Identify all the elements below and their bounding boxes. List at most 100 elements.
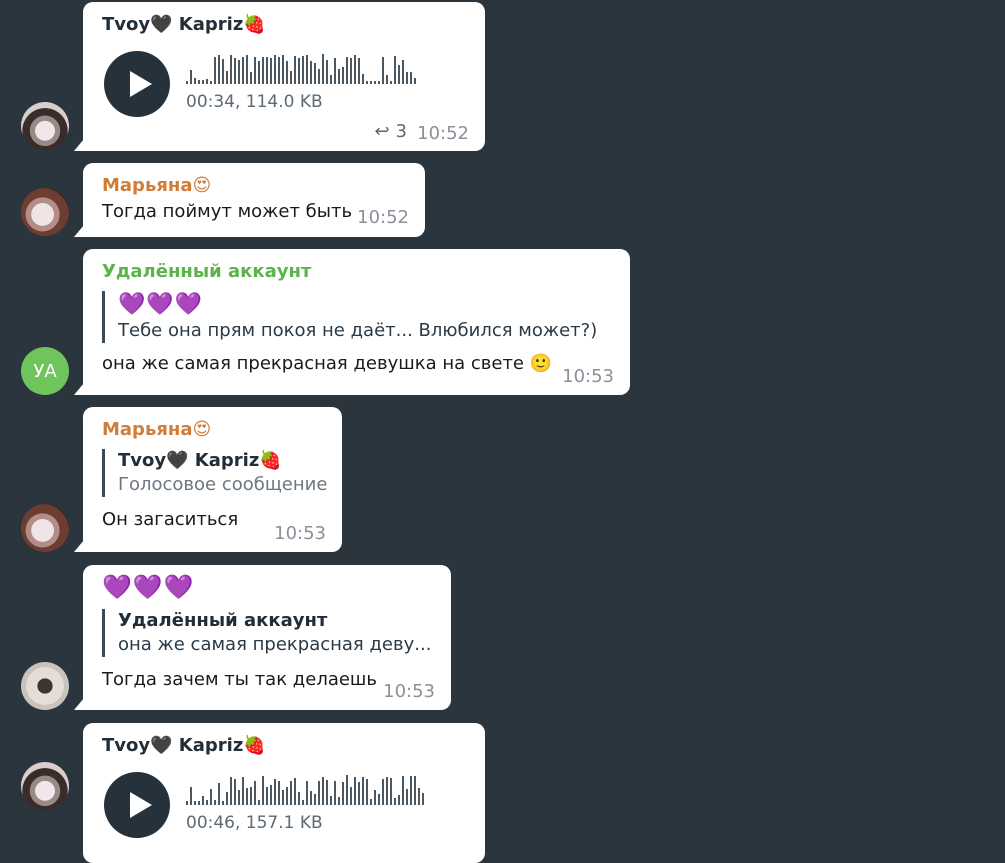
waveform-bar xyxy=(310,61,312,84)
play-button[interactable] xyxy=(104,51,170,117)
message-time: 10:52 xyxy=(357,207,409,228)
waveform-bar xyxy=(398,65,400,84)
waveform-bar xyxy=(410,72,412,84)
sender-name[interactable]: Tvoy🖤 Kapriz🍓 xyxy=(102,735,467,757)
waveform-bar xyxy=(318,69,320,84)
waveform-bar xyxy=(330,75,332,84)
waveform-bar xyxy=(402,60,404,84)
message-bubble-reply[interactable]: 💜💜💜 Удалённый аккаунт она же самая прекр… xyxy=(83,565,451,710)
waveform-bar xyxy=(378,81,380,84)
waveform-bar xyxy=(290,781,292,805)
waveform-bar xyxy=(234,58,236,84)
waveform-bar xyxy=(218,783,220,805)
waveform-bar xyxy=(290,71,292,84)
sender-name[interactable]: Удалённый аккаунт xyxy=(102,261,612,283)
waveform-bar xyxy=(302,56,304,84)
voice-waveform[interactable] xyxy=(186,775,424,805)
waveform-bar xyxy=(194,801,196,805)
waveform-bar xyxy=(322,54,324,84)
waveform-bar xyxy=(266,787,268,805)
waveform-bar xyxy=(338,797,340,805)
message-time: 10:53 xyxy=(274,523,326,544)
waveform-bar xyxy=(242,57,244,84)
avatar-tvoy-kapriz[interactable] xyxy=(21,762,69,810)
waveform-bar xyxy=(382,57,384,84)
waveform-bar xyxy=(362,777,364,805)
sender-name[interactable]: Tvoy🖤 Kapriz🍓 xyxy=(102,14,467,36)
waveform-bar xyxy=(366,81,368,84)
waveform-bar xyxy=(238,790,240,805)
message-bubble-voice[interactable]: Tvoy🖤 Kapriz🍓 00:46, 157.1 KB xyxy=(83,723,485,863)
message-bubble-reply[interactable]: Удалённый аккаунт 💜💜💜 Тебе она прям поко… xyxy=(83,249,630,395)
waveform-bar xyxy=(186,801,188,805)
avatar-maryana[interactable] xyxy=(21,188,69,236)
waveform-bar xyxy=(234,779,236,805)
waveform-bar xyxy=(258,800,260,805)
waveform-bar xyxy=(394,798,396,805)
reply-quote[interactable]: 💜💜💜 Тебе она прям покоя не даёт... Влюби… xyxy=(102,291,612,343)
message-text: она же самая прекрасная девушка на свете… xyxy=(102,353,553,374)
message-bubble[interactable]: Марьяна😍 Тогда поймут может быть 10:52 xyxy=(83,163,425,237)
sender-name[interactable]: Марьяна😍 xyxy=(102,175,407,197)
voice-duration-size: 00:34, 114.0 KB xyxy=(186,92,323,112)
waveform-bar xyxy=(362,74,364,84)
waveform-bar xyxy=(306,55,308,84)
waveform-bar xyxy=(262,57,264,84)
avatar-maryana[interactable] xyxy=(21,504,69,552)
sender-name[interactable]: Марьяна😍 xyxy=(102,419,324,441)
voice-waveform[interactable] xyxy=(186,54,416,84)
waveform-bar xyxy=(338,69,340,84)
waveform-bar xyxy=(254,57,256,84)
message-hearts: 💜💜💜 xyxy=(102,573,195,601)
avatar-tvoy-kapriz[interactable] xyxy=(21,102,69,150)
waveform-bar xyxy=(254,781,256,805)
waveform-bar xyxy=(414,776,416,805)
waveform-bar xyxy=(422,793,424,805)
waveform-bar xyxy=(302,800,304,805)
waveform-bar xyxy=(270,58,272,84)
waveform-bar xyxy=(402,776,404,805)
message-bubble-voice[interactable]: Tvoy🖤 Kapriz🍓 00:34, 114.0 KB ↩ 3 10:52 xyxy=(83,2,485,151)
reply-icon: ↩ xyxy=(374,121,390,142)
play-button[interactable] xyxy=(104,772,170,838)
waveform-bar xyxy=(370,799,372,805)
waveform-bar xyxy=(250,72,252,84)
waveform-bar xyxy=(226,792,228,805)
waveform-bar xyxy=(222,801,224,805)
waveform-bar xyxy=(334,58,336,84)
waveform-bar xyxy=(298,792,300,805)
waveform-bar xyxy=(346,775,348,805)
waveform-bar xyxy=(210,789,212,805)
waveform-bar xyxy=(374,81,376,84)
waveform-bar xyxy=(354,55,356,84)
replies-indicator[interactable]: ↩ 3 xyxy=(374,121,407,142)
waveform-bar xyxy=(310,791,312,805)
reply-quote[interactable]: Tvoy🖤 Kapriz🍓 Голосовое сообщение xyxy=(102,449,327,497)
waveform-bar xyxy=(326,60,328,84)
quote-text: она же самая прекрасная деву... xyxy=(118,634,432,655)
waveform-bar xyxy=(202,796,204,805)
waveform-bar xyxy=(242,777,244,805)
avatar-user[interactable] xyxy=(21,662,69,710)
reply-quote[interactable]: Удалённый аккаунт она же самая прекрасна… xyxy=(102,609,433,657)
waveform-bar xyxy=(294,778,296,805)
waveform-bar xyxy=(386,75,388,84)
waveform-bar xyxy=(274,55,276,84)
waveform-bar xyxy=(246,788,248,805)
quote-sender: Tvoy🖤 Kapriz🍓 xyxy=(118,450,282,471)
waveform-bar xyxy=(318,781,320,805)
waveform-bar xyxy=(342,782,344,805)
avatar-deleted-account[interactable]: УА xyxy=(21,347,69,395)
message-time: 10:53 xyxy=(383,681,435,702)
waveform-bar xyxy=(382,779,384,805)
message-bubble-reply[interactable]: Марьяна😍 Tvoy🖤 Kapriz🍓 Голосовое сообщен… xyxy=(83,407,342,552)
reply-count: 3 xyxy=(395,121,407,142)
waveform-bar xyxy=(194,78,196,84)
waveform-bar xyxy=(282,790,284,805)
waveform-bar xyxy=(238,60,240,84)
waveform-bar xyxy=(262,776,264,805)
waveform-bar xyxy=(250,787,252,805)
waveform-bar xyxy=(314,794,316,805)
waveform-bar xyxy=(390,778,392,805)
waveform-bar xyxy=(418,788,420,805)
